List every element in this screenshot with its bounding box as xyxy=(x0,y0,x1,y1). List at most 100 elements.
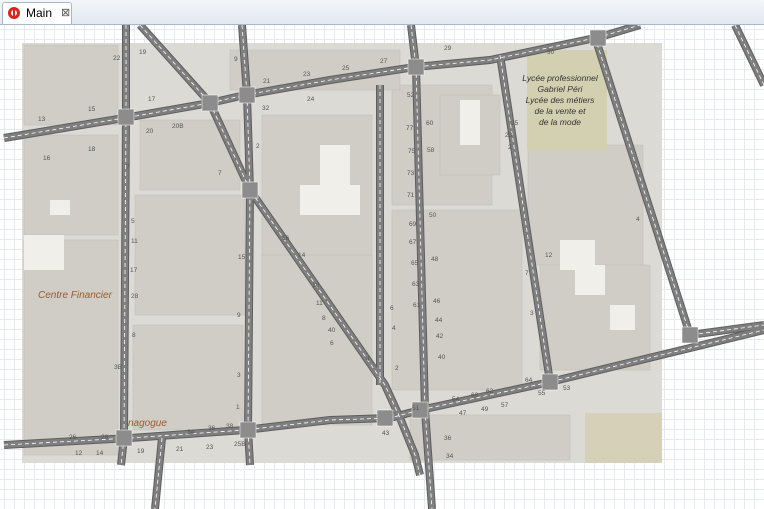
house-number: 34 xyxy=(446,453,454,460)
house-number: 40 xyxy=(438,354,446,361)
house-number: 50 xyxy=(429,212,437,219)
tab-label: Main xyxy=(26,6,53,20)
house-number: 27 xyxy=(380,58,388,65)
model-canvas[interactable]: 19 22 9 21 23 25 27 29 30 15 17 13 20 20… xyxy=(0,25,764,509)
house-number: 36 xyxy=(208,425,216,432)
house-number: 1 xyxy=(236,404,240,411)
house-number: 8 xyxy=(322,315,326,322)
house-number: 14 xyxy=(298,252,306,259)
house-number: 58 xyxy=(427,147,435,154)
close-icon[interactable]: ⊠ xyxy=(61,6,70,19)
house-number: 65 xyxy=(411,260,419,267)
house-number: 20B xyxy=(172,123,184,130)
house-number: 24 xyxy=(307,96,315,103)
house-number: 23 xyxy=(206,444,214,451)
house-number: 11 xyxy=(131,238,138,245)
park-area xyxy=(585,413,662,463)
house-number: 25B xyxy=(234,441,246,448)
house-number: 15 xyxy=(238,254,246,261)
house-number: 11 xyxy=(316,300,323,307)
house-number: 15 xyxy=(88,106,96,113)
house-number: 60 xyxy=(426,120,434,127)
house-number: 67 xyxy=(409,239,417,246)
house-number: 6 xyxy=(390,305,394,312)
house-number: 29 xyxy=(444,45,452,52)
house-number: 47 xyxy=(459,410,467,417)
house-number: 12 xyxy=(545,252,553,259)
house-number: 3 xyxy=(237,372,241,379)
centre-financier-label: Centre Financier xyxy=(38,290,112,301)
school-label-line: de la mode xyxy=(538,117,582,127)
house-number: 5 xyxy=(131,218,135,225)
house-number: 61 xyxy=(413,302,421,309)
house-number: 22 xyxy=(113,55,121,62)
house-number: 16 xyxy=(282,235,290,242)
school-label-line: Lycée professionnel xyxy=(522,73,598,83)
house-number: 43 xyxy=(382,430,390,437)
house-number: 21 xyxy=(263,78,271,85)
house-number: 36 xyxy=(444,435,452,442)
street-map: 19 22 9 21 23 25 27 29 30 15 17 13 20 20… xyxy=(3,25,764,509)
house-number: 13 xyxy=(38,116,46,123)
house-number: 6 xyxy=(330,340,334,347)
house-number: 9 xyxy=(237,312,241,319)
house-number: 40 xyxy=(328,327,336,334)
house-number: 62 xyxy=(486,388,494,395)
house-number: 30 xyxy=(547,49,555,56)
synagogue-label: nagogue xyxy=(128,418,167,429)
house-number: 64 xyxy=(525,377,533,384)
house-number: 20 xyxy=(146,128,154,135)
house-number: 16 xyxy=(43,155,51,162)
house-number: 23 xyxy=(303,71,311,78)
house-number: 49 xyxy=(481,406,489,413)
house-number: 3 xyxy=(530,310,534,317)
editor-tab-bar: Main ⊠ xyxy=(0,0,764,25)
house-number: 57 xyxy=(501,402,509,409)
house-number: 19 xyxy=(139,49,147,56)
house-number: 71 xyxy=(407,192,415,199)
school-label-line: Gabriel Péri xyxy=(537,84,583,94)
house-number: 12 xyxy=(75,450,83,457)
house-number: 4 xyxy=(392,325,396,332)
school-label: Lycée professionnel Gabriel Péri Lycée d… xyxy=(515,73,605,128)
school-label-line: de la vente et xyxy=(534,106,586,116)
house-number: 26 xyxy=(69,434,77,441)
house-number: 7 xyxy=(525,270,529,277)
house-number: 32 xyxy=(262,105,270,112)
house-number: 28 xyxy=(131,293,139,300)
house-number: 51 xyxy=(412,405,420,412)
house-number: 69 xyxy=(409,221,417,228)
house-number: 46 xyxy=(433,298,441,305)
house-number: 21 xyxy=(176,446,184,453)
house-number: 60 xyxy=(471,392,479,399)
house-number: 4 xyxy=(366,356,370,363)
house-number: 4 xyxy=(636,216,640,223)
house-number: 9 xyxy=(234,56,238,63)
house-number: 44 xyxy=(435,317,443,324)
house-number: 8 xyxy=(132,332,136,339)
house-number: 77 xyxy=(406,125,414,132)
tab-main[interactable]: Main ⊠ xyxy=(2,2,72,24)
house-number: 19 xyxy=(137,448,145,455)
house-number: 14 xyxy=(96,450,104,457)
house-number: 3B xyxy=(114,364,122,371)
house-number: 73 xyxy=(407,170,415,177)
house-number: 34 xyxy=(187,429,195,436)
house-number: 7 xyxy=(218,170,222,177)
house-number: 2 xyxy=(256,143,260,150)
house-number: 2 xyxy=(508,144,512,151)
house-number: 52 xyxy=(407,92,415,99)
house-number: 63 xyxy=(412,281,420,288)
house-number: 28 xyxy=(101,434,109,441)
house-number: 55 xyxy=(538,390,546,397)
house-number: 7 xyxy=(126,164,130,171)
house-number: 10 xyxy=(312,282,320,289)
house-number: 17 xyxy=(148,96,156,103)
school-label-line: Lycée des métiers xyxy=(525,95,595,105)
house-number: 2 xyxy=(395,365,399,372)
house-number: 23 xyxy=(505,132,513,139)
house-number: 42 xyxy=(436,333,444,340)
house-number: 48 xyxy=(431,256,439,263)
house-number: 25 xyxy=(342,65,350,72)
house-number: 75 xyxy=(408,148,416,155)
